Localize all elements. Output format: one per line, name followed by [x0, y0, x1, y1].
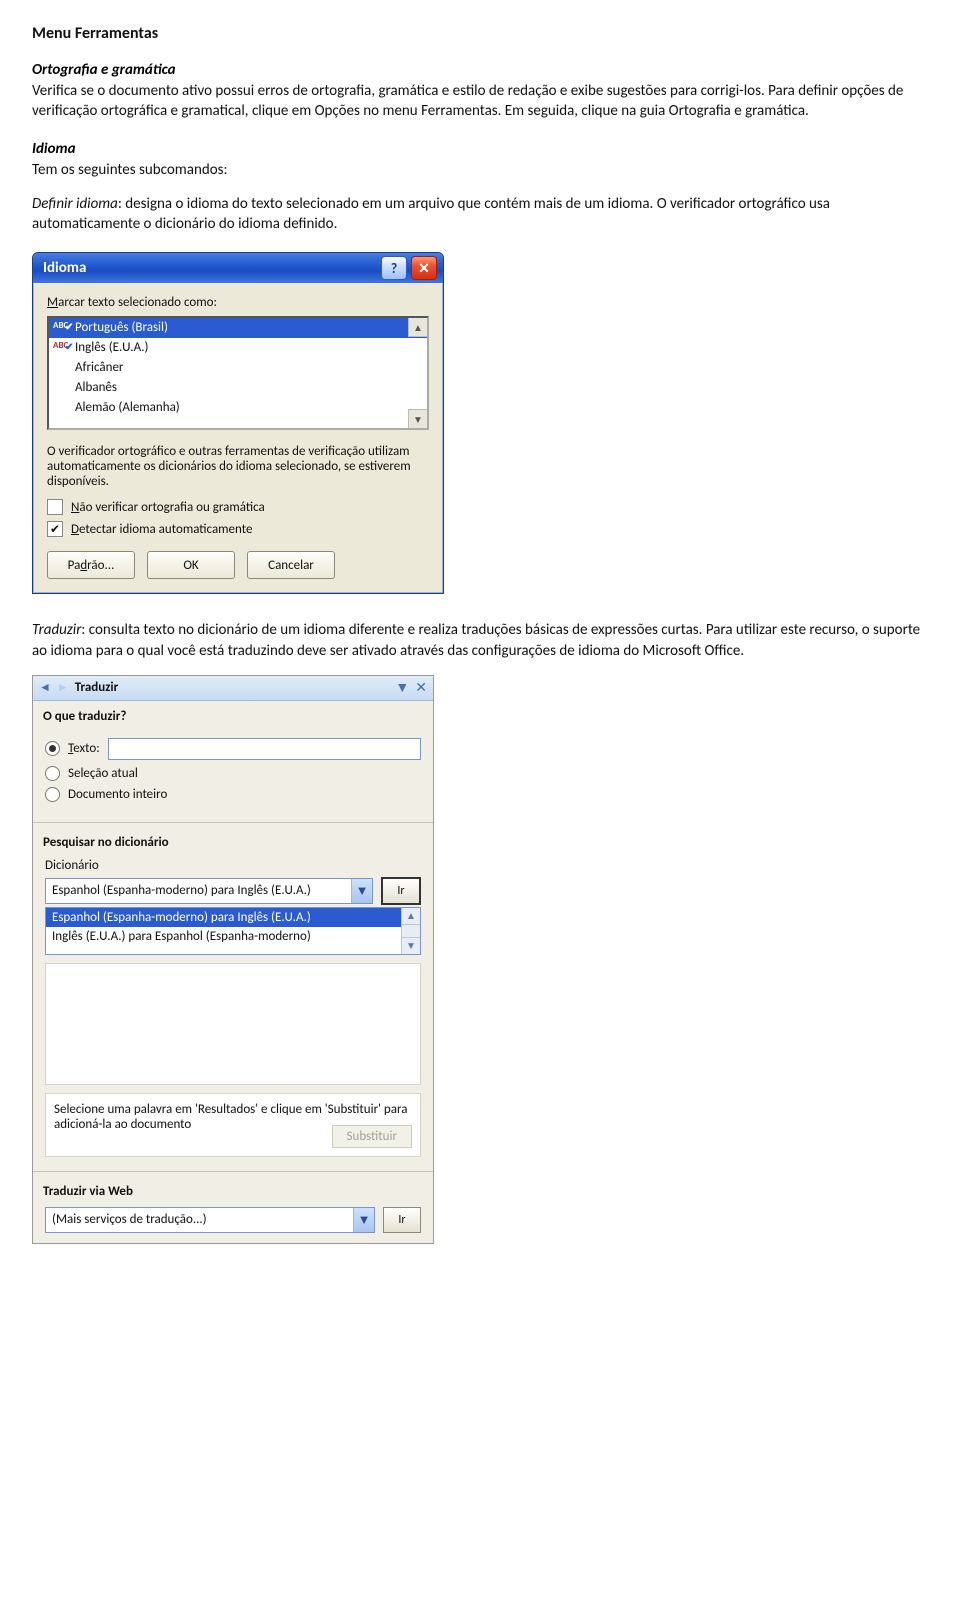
spellcheck-icon: ABC — [53, 340, 68, 351]
page-title: Menu Ferramentas — [32, 24, 932, 43]
scroll-down-button[interactable]: ▼ — [408, 409, 427, 428]
spellcheck-icon: ABC — [53, 320, 68, 331]
para-ortografia: Verifica se o documento ativo possui err… — [32, 81, 932, 122]
dialog-idioma: Idioma ? ✕ MMarcar texto selecionado com… — [32, 252, 444, 594]
dictionary-list[interactable]: Espanhol (Espanha-moderno) para Inglês (… — [45, 907, 421, 955]
list-item[interactable]: ABCPortuguês (Brasil) — [49, 318, 427, 338]
radio-documento[interactable]: Documento inteiro — [45, 787, 421, 802]
scroll-up-button[interactable]: ▲ — [408, 318, 427, 337]
ir-button[interactable]: Ir — [383, 1207, 421, 1233]
language-listbox[interactable]: ABCPortuguês (Brasil) ABCInglês (E.U.A.)… — [47, 316, 429, 430]
radio-icon — [45, 766, 60, 781]
taskpane-traduzir: ◄ ► Traduzir ▼ ✕ O que traduzir? Texto: … — [32, 675, 434, 1244]
label-definir-idioma: Definir idioma — [32, 195, 118, 213]
scroll-up-button[interactable]: ▲ — [402, 908, 420, 925]
para-idioma-intro: Tem os seguintes subcomandos: — [32, 160, 932, 180]
list-item[interactable]: Albanês — [49, 378, 427, 398]
combo-value: Espanhol (Espanha-moderno) para Inglês (… — [46, 883, 351, 898]
dialog-titlebar[interactable]: Idioma ? ✕ — [33, 253, 443, 283]
radio-texto[interactable]: Texto: — [45, 738, 421, 760]
close-icon[interactable]: ✕ — [415, 679, 427, 696]
heading-ortografia: Ortografia e gramática — [32, 61, 176, 79]
section-pesquisar-dicionario: Pesquisar no dicionário — [33, 827, 433, 854]
list-item[interactable]: Espanhol (Espanha-moderno) para Inglês (… — [46, 908, 420, 927]
checkbox-icon — [47, 499, 63, 515]
checkbox-nao-verificar[interactable]: Não verificar ortografia ou gramática — [47, 499, 429, 515]
back-icon[interactable]: ◄ — [39, 680, 51, 695]
substituir-button: Substituir — [332, 1125, 412, 1148]
help-button[interactable]: ? — [381, 256, 407, 280]
chevron-down-icon[interactable]: ▼ — [353, 1208, 374, 1232]
radio-icon — [45, 787, 60, 802]
label-traduzir: Traduzir — [32, 621, 81, 639]
close-button[interactable]: ✕ — [411, 256, 437, 280]
section-idioma: Idioma Tem os seguintes subcomandos: Def… — [32, 140, 932, 235]
heading-idioma: Idioma — [32, 140, 75, 158]
list-item[interactable]: ABCInglês (E.U.A.) — [49, 338, 427, 358]
ok-button[interactable]: OK — [147, 551, 235, 579]
text-definir-idioma: : designa o idioma do texto selecionado … — [32, 195, 830, 233]
combo-value: (Mais serviços de tradução...) — [46, 1212, 353, 1227]
cancel-button[interactable]: Cancelar — [247, 551, 335, 579]
dictionary-combo[interactable]: Espanhol (Espanha-moderno) para Inglês (… — [45, 878, 373, 904]
para-traduzir: Traduzir: consulta texto no dicionário d… — [32, 620, 932, 661]
list-item[interactable]: Alemão (Alemanha) — [49, 398, 427, 418]
radio-selecao[interactable]: Seleção atual — [45, 766, 421, 781]
results-area — [45, 963, 421, 1085]
radio-icon — [45, 741, 60, 756]
hint-box: Selecione uma palavra em 'Resultados' e … — [45, 1093, 421, 1157]
text-input[interactable] — [108, 738, 421, 760]
text-traduzir: : consulta texto no dicionário de um idi… — [32, 621, 920, 659]
section-ortografia: Ortografia e gramática Verifica se o doc… — [32, 61, 932, 122]
para-definir-idioma: Definir idioma: designa o idioma do text… — [32, 194, 932, 235]
scrollbar[interactable]: ▲ ▼ — [401, 908, 420, 954]
forward-icon: ► — [57, 680, 69, 695]
chevron-down-icon[interactable]: ▼ — [351, 879, 372, 903]
dialog-title: Idioma — [43, 259, 86, 277]
label-dicionario: Dicionário — [45, 858, 421, 873]
section-traduzir-web: Traduzir via Web — [33, 1176, 433, 1203]
taskpane-title: Traduzir — [75, 680, 390, 695]
ir-button[interactable]: Ir — [381, 877, 421, 905]
web-service-combo[interactable]: (Mais serviços de tradução...) ▼ — [45, 1207, 375, 1233]
checkbox-detectar-idioma[interactable]: ✔ Detectar idioma automaticamente — [47, 521, 429, 537]
scroll-down-button[interactable]: ▼ — [402, 937, 420, 954]
default-button[interactable]: Padrão... — [47, 551, 135, 579]
dropdown-icon[interactable]: ▼ — [395, 679, 409, 696]
list-item[interactable]: Africâner — [49, 358, 427, 378]
taskpane-header: ◄ ► Traduzir ▼ ✕ — [33, 676, 433, 701]
checkbox-icon: ✔ — [47, 521, 63, 537]
list-item[interactable]: Inglês (E.U.A.) para Espanhol (Espanha-m… — [46, 927, 420, 946]
label-marcar-texto: MMarcar texto selecionado como:arcar tex… — [47, 295, 429, 310]
info-text: O verificador ortográfico e outras ferra… — [47, 444, 429, 489]
section-o-que-traduzir: O que traduzir? — [33, 701, 433, 728]
